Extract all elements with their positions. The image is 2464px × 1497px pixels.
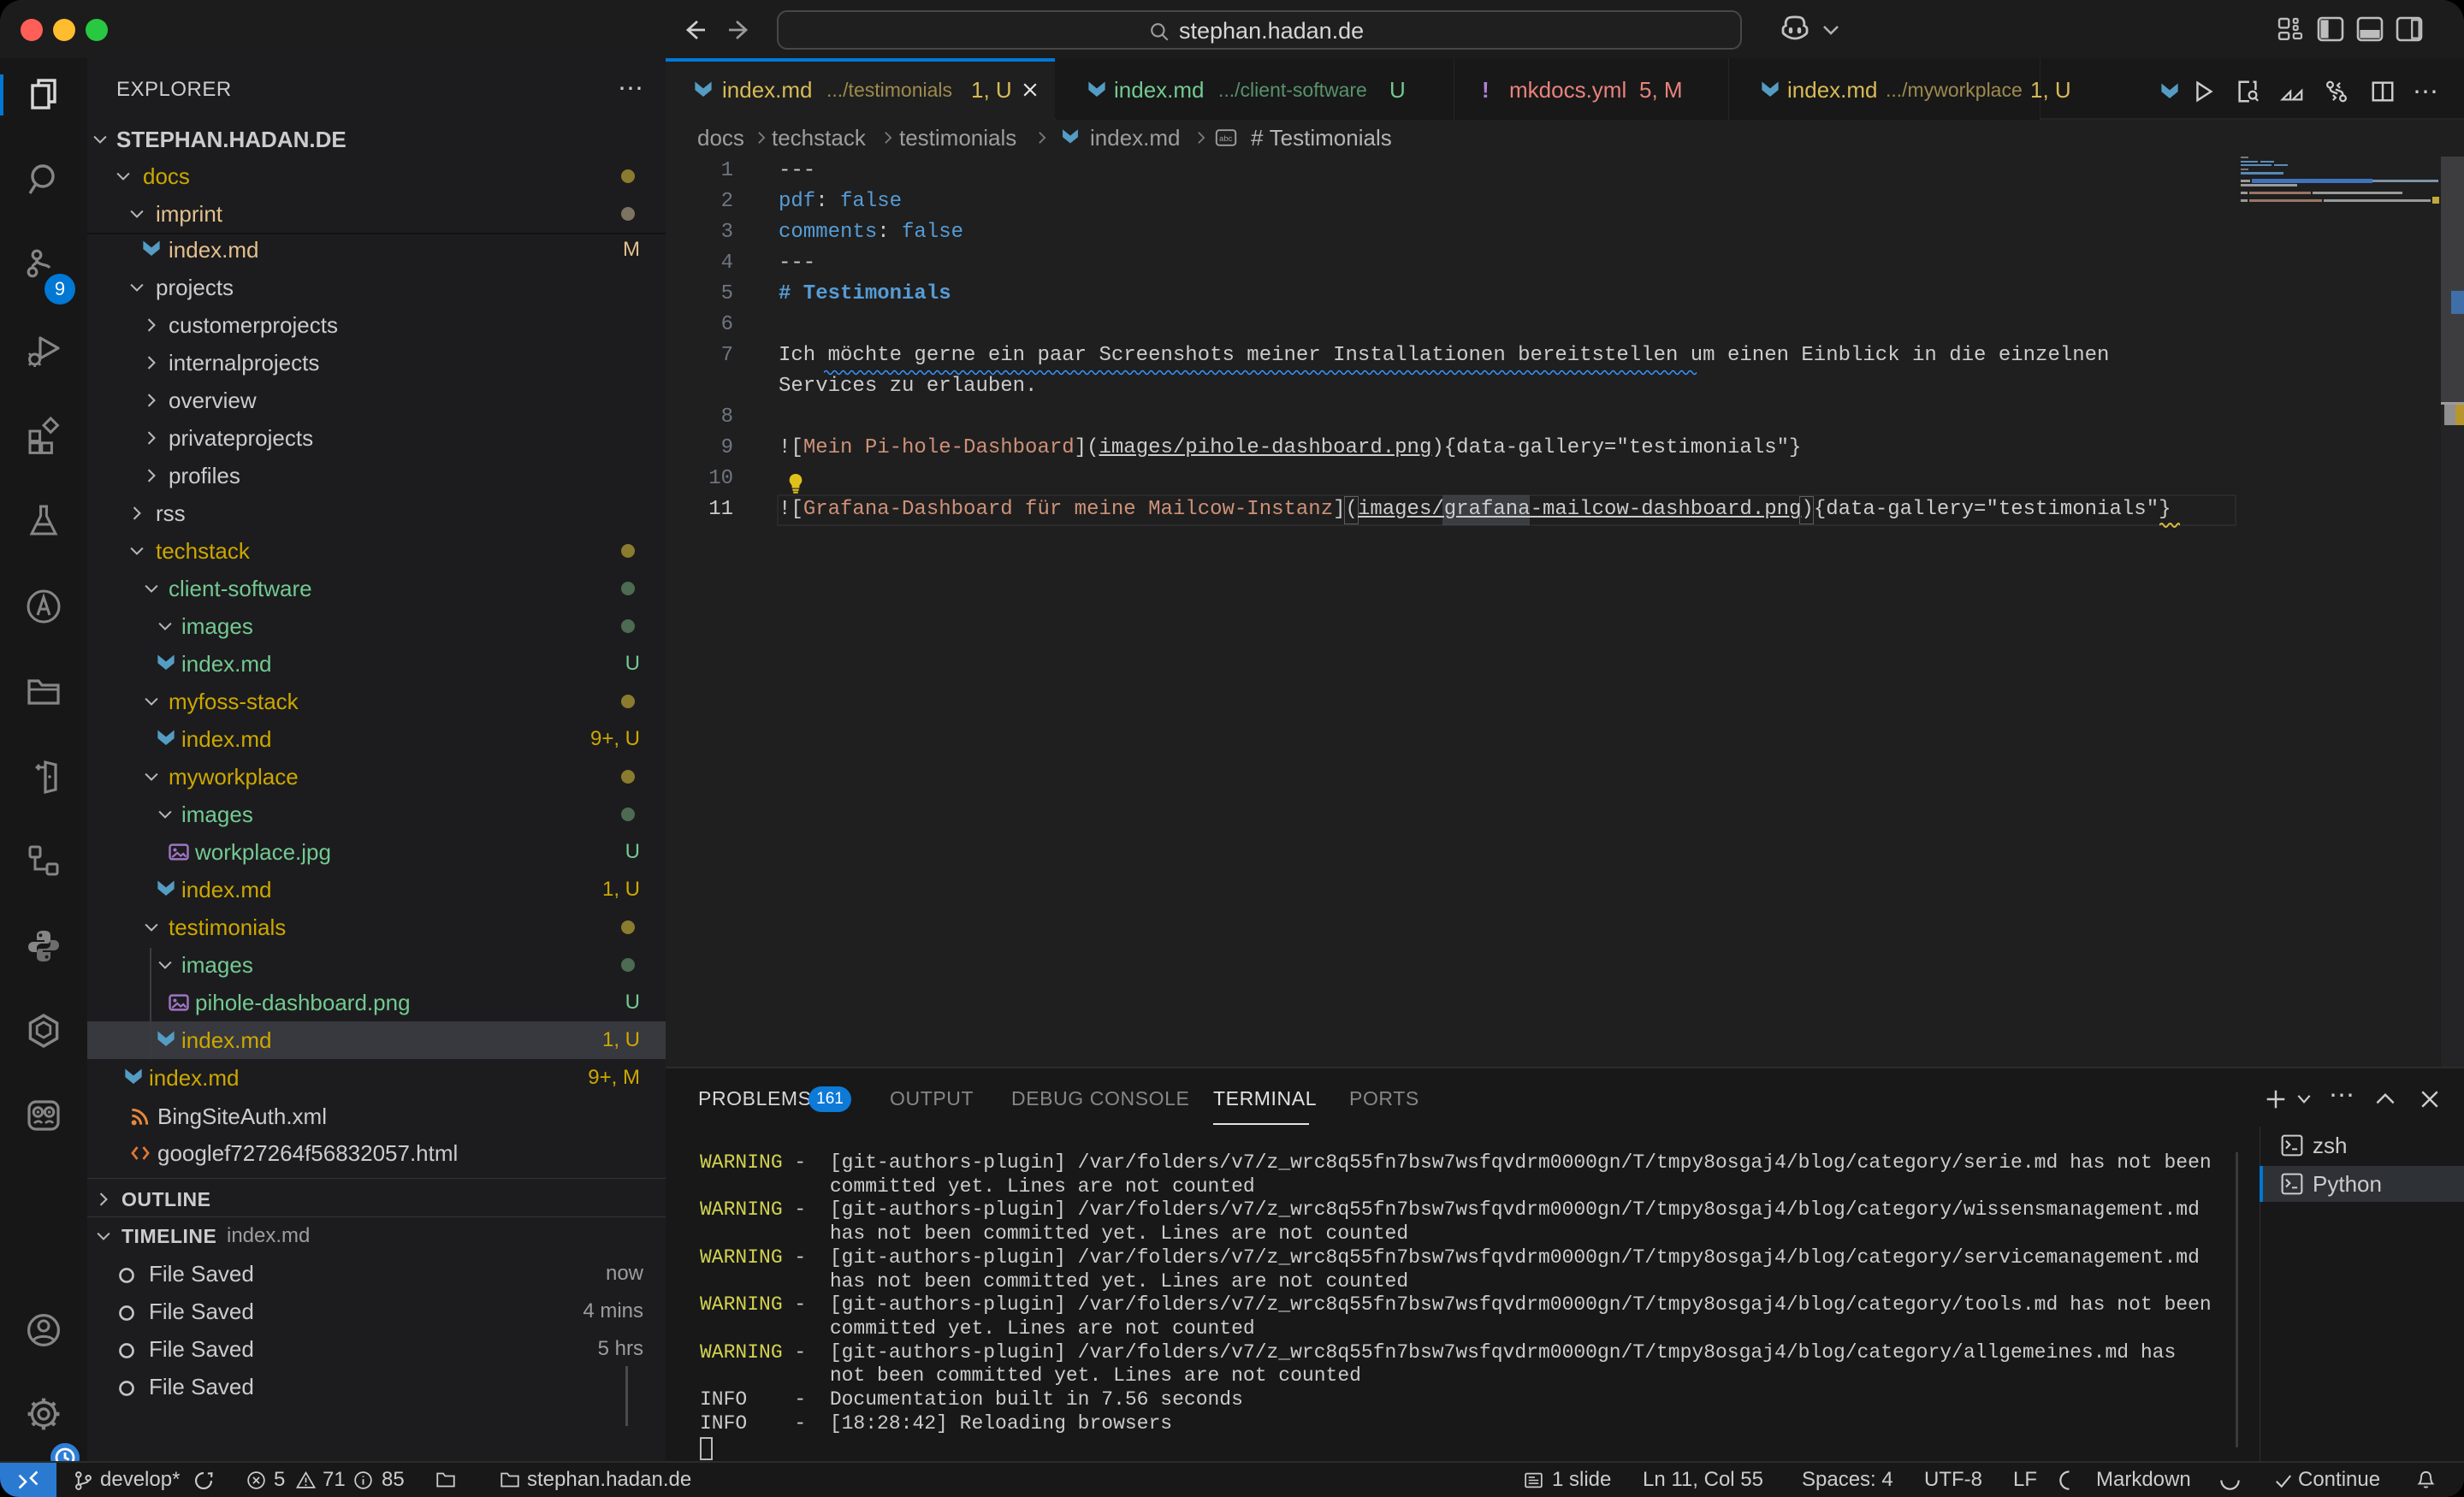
svg-text:abc: abc	[1219, 134, 1233, 144]
